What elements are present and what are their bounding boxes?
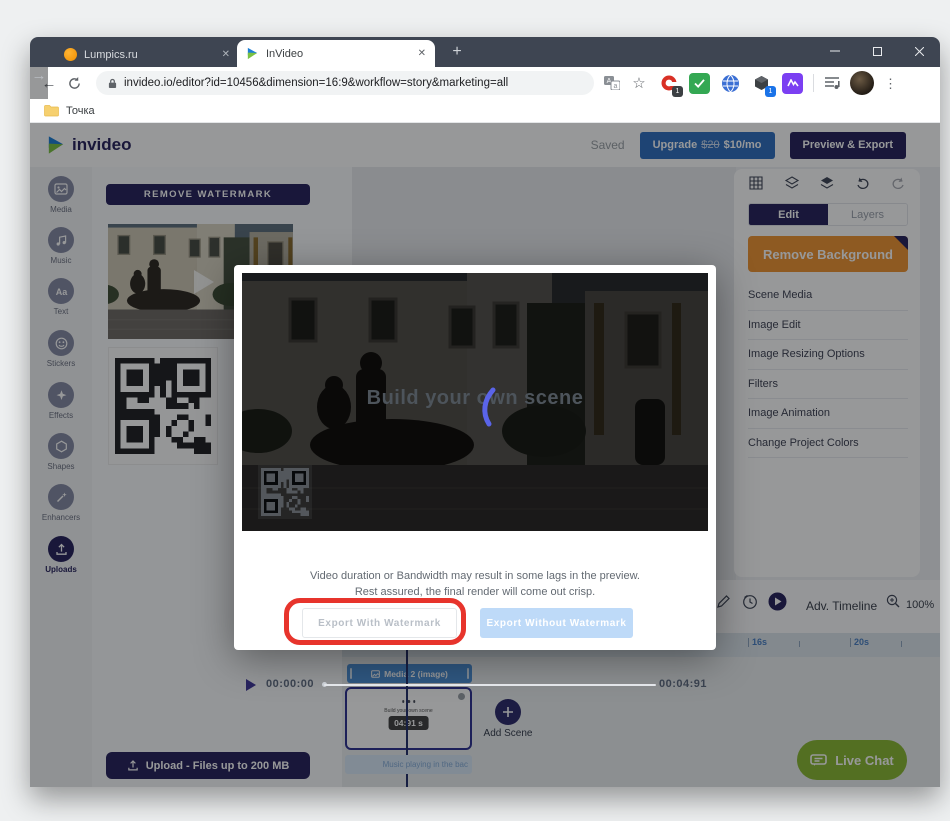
total-time: 00:04:91: [658, 678, 707, 690]
export-with-watermark-button[interactable]: Export With Watermark: [302, 608, 457, 638]
forward-icon[interactable]: →: [30, 67, 48, 99]
invideo-favicon: [246, 47, 259, 60]
current-time: 00:00:00: [266, 678, 315, 690]
video-preview[interactable]: Build your own scene: [242, 273, 708, 531]
window-controls: [814, 37, 940, 65]
tab-invideo[interactable]: InVideo ✕: [237, 40, 435, 67]
extension-purple[interactable]: [782, 72, 803, 94]
padlock-icon: [108, 78, 117, 88]
folder-icon: [44, 104, 59, 116]
divider: [813, 74, 814, 92]
playback-controls: 00:00:00 00:04:91: [234, 675, 716, 699]
new-tab-button[interactable]: +: [446, 43, 468, 61]
preview-note-line2: Rest assured, the final render will come…: [354, 586, 596, 598]
minimize-button[interactable]: [814, 37, 856, 65]
address-bar[interactable]: invideo.io/editor?id=10456&dimension=16:…: [96, 71, 594, 95]
desktop: Lumpics.ru ✕ InVideo ✕ + ← → invideo.io/…: [0, 0, 950, 821]
extension-green-check[interactable]: [689, 72, 710, 94]
chrome-menu-icon[interactable]: ⋮: [884, 77, 897, 90]
extension-badge: 1: [672, 85, 683, 97]
preview-note-line1: Video duration or Bandwidth may result i…: [310, 570, 640, 582]
extension-globe[interactable]: [720, 72, 741, 94]
extension-red[interactable]: 1: [658, 72, 683, 97]
lumpics-favicon: [64, 48, 77, 61]
maximize-button[interactable]: [856, 37, 898, 65]
url-text: invideo.io/editor?id=10456&dimension=16:…: [124, 77, 509, 89]
play-button[interactable]: [246, 679, 256, 691]
svg-text:a: a: [614, 83, 618, 90]
bookmarks-bar: Точка: [30, 99, 940, 123]
tab-close-icon[interactable]: ✕: [222, 49, 230, 60]
translate-icon[interactable]: Aa: [604, 76, 620, 90]
bookmark-item[interactable]: Точка: [66, 105, 95, 117]
progress-bar[interactable]: [324, 684, 656, 686]
media-controls-icon[interactable]: [824, 76, 840, 90]
loading-spinner: [482, 387, 496, 427]
qr-code-overlay: [258, 465, 312, 519]
invideo-editor: invideo Saved Upgrade $20 $10/mo Preview…: [30, 123, 940, 787]
browser-window: Lumpics.ru ✕ InVideo ✕ + ← → invideo.io/…: [30, 37, 940, 787]
tab-strip: Lumpics.ru ✕ InVideo ✕ +: [30, 37, 940, 67]
bookmark-star-icon[interactable]: ☆: [630, 74, 648, 92]
extension-badge: 1: [765, 85, 776, 97]
refresh-icon[interactable]: [68, 76, 86, 90]
tab-lumpics[interactable]: Lumpics.ru ✕: [56, 42, 238, 67]
tab-close-icon[interactable]: ✕: [418, 48, 426, 59]
preview-export-modal: Build your own scene 00:00:00 00:04:91 V…: [234, 265, 716, 691]
tab-label: InVideo: [266, 47, 304, 60]
extension-cube[interactable]: 1: [751, 72, 776, 97]
close-button[interactable]: [898, 37, 940, 65]
toolbar: ← → invideo.io/editor?id=10456&dimension…: [30, 67, 940, 99]
export-without-watermark-button[interactable]: Export Without Watermark: [480, 608, 633, 638]
profile-avatar[interactable]: [850, 71, 874, 95]
tab-label: Lumpics.ru: [84, 48, 138, 61]
